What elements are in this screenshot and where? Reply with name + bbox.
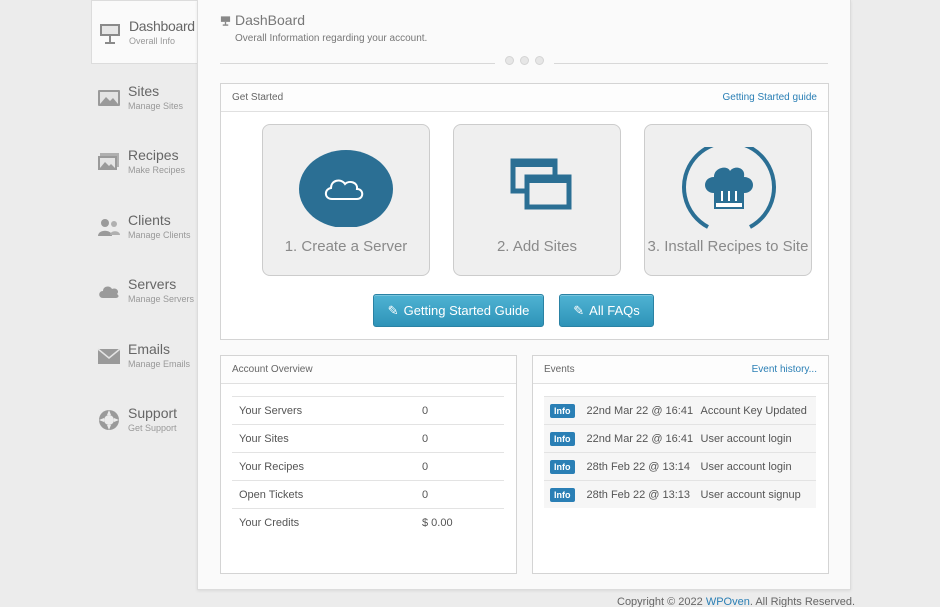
events-panel: Events Event history... Info 22nd Mar 22… (532, 355, 829, 574)
sidebar-item-emails[interactable]: Emails Manage Emails (91, 324, 197, 386)
events-table: Info 22nd Mar 22 @ 16:41 Account Key Upd… (544, 396, 816, 508)
page-subtitle: Overall Information regarding your accou… (235, 33, 428, 44)
button-label: All FAQs (589, 303, 640, 318)
sidebar-item-title: Sites (128, 83, 160, 99)
row-label: Open Tickets (239, 488, 304, 501)
sidebar-item-subtitle: Get Support (128, 423, 177, 433)
sidebar-item-dashboard[interactable]: Dashboard Overall Info (91, 0, 197, 64)
footer-rights: . All Rights Reserved. (749, 596, 855, 607)
panel-heading: Events (544, 364, 575, 375)
pictures-icon (98, 153, 119, 170)
divider-dots (495, 56, 554, 65)
card-label: 3. Install Recipes to Site (647, 238, 809, 255)
sidebar-item-title: Clients (128, 212, 171, 228)
main-panel: DashBoard Overall Information regarding … (197, 0, 851, 590)
event-date: 22nd Mar 22 @ 16:41 (586, 404, 694, 417)
cloud-icon (99, 286, 119, 298)
sidebar-item-title: Dashboard (129, 18, 195, 34)
event-date: 28th Feb 22 @ 13:13 (586, 488, 691, 501)
row-value: 0 (422, 404, 429, 417)
sidebar-item-title: Recipes (128, 147, 179, 163)
users-icon (98, 219, 120, 236)
table-row: Your Recipes 0 (232, 452, 504, 480)
row-value: 0 (422, 460, 429, 473)
all-faqs-button[interactable]: ✎ All FAQs (559, 294, 654, 327)
sidebar-item-subtitle: Manage Emails (128, 359, 191, 369)
sidebar-item-subtitle: Manage Clients (128, 230, 191, 240)
status-badge: Info (550, 431, 575, 446)
table-row: Info 28th Feb 22 @ 13:13 User account si… (544, 480, 816, 508)
event-date: 28th Feb 22 @ 13:14 (586, 460, 691, 473)
footer: Copyright © 2022 WPOven. All Rights Rese… (617, 596, 855, 607)
event-text: User account login (700, 460, 792, 473)
chef-hat-icon (682, 147, 776, 229)
event-history-link[interactable]: Event history... (752, 364, 817, 375)
row-label: Your Servers (239, 404, 303, 417)
sidebar-item-support[interactable]: Support Get Support (91, 388, 197, 450)
sidebar-item-title: Servers (128, 276, 177, 292)
table-row: Your Servers 0 (232, 396, 504, 424)
table-row: Info 22nd Mar 22 @ 16:41 User account lo… (544, 424, 816, 452)
table-row: Open Tickets 0 (232, 480, 504, 508)
brand-link[interactable]: WPOven (706, 596, 750, 607)
card-label: 2. Add Sites (496, 238, 578, 255)
sidebar-item-subtitle: Manage Servers (128, 294, 195, 304)
panel-heading: Get Started (232, 92, 284, 103)
sidebar-item-recipes[interactable]: Recipes Make Recipes (91, 130, 197, 192)
table-row: Your Sites 0 (232, 424, 504, 452)
sidebar-item-subtitle: Make Recipes (128, 165, 186, 175)
table-row: Info 22nd Mar 22 @ 16:41 Account Key Upd… (544, 396, 816, 424)
sidebar-item-title: Support (128, 405, 178, 421)
sidebar-item-clients[interactable]: Clients Manage Clients (91, 195, 197, 257)
page-header: DashBoard Overall Information regarding … (220, 12, 427, 44)
row-label: Your Credits (239, 516, 300, 529)
cloud-icon (299, 150, 393, 227)
table-row: Info 28th Feb 22 @ 13:14 User account lo… (544, 452, 816, 480)
presentation-icon (220, 15, 231, 26)
getting-started-guide-button[interactable]: ✎ Getting Started Guide (373, 294, 544, 327)
footer-copyright: Copyright © 2022 (617, 596, 706, 607)
panel-heading: Account Overview (232, 364, 313, 375)
status-badge: Info (550, 403, 575, 418)
status-badge: Info (550, 487, 575, 502)
table-row: Your Credits $ 0.00 (232, 508, 504, 536)
row-value: $ 0.00 (422, 516, 453, 529)
button-label: Getting Started Guide (403, 303, 530, 318)
status-badge: Info (550, 459, 575, 474)
row-value: 0 (422, 488, 429, 501)
account-table: Your Servers 0 Your Sites 0 Your Recipes… (232, 396, 504, 536)
event-date: 22nd Mar 22 @ 16:41 (586, 432, 694, 445)
sidebar-item-servers[interactable]: Servers Manage Servers (91, 259, 197, 321)
create-server-card[interactable]: 1. Create a Server (262, 124, 430, 276)
presentation-icon (100, 24, 120, 44)
card-label: 1. Create a Server (284, 238, 408, 255)
page-title: DashBoard (235, 12, 306, 28)
sidebar-item-subtitle: Overall Info (129, 36, 176, 46)
pencil-icon: ✎ (573, 302, 585, 318)
wrench-icon: ✎ (387, 302, 399, 318)
lifebuoy-icon (99, 410, 119, 430)
install-recipes-card[interactable]: 3. Install Recipes to Site (644, 124, 812, 276)
row-label: Your Sites (239, 432, 289, 445)
sidebar-item-sites[interactable]: Sites Manage Sites (91, 66, 197, 128)
sidebar-item-subtitle: Manage Sites (128, 101, 184, 111)
sidebar: Dashboard Overall Info Sites Manage Site… (91, 0, 197, 450)
image-icon (98, 90, 120, 106)
envelope-icon (97, 348, 121, 364)
get-started-panel: Get Started Getting Started guide 1. Cre… (220, 83, 829, 340)
event-text: User account signup (700, 488, 801, 501)
windows-icon (510, 158, 572, 210)
sidebar-item-title: Emails (128, 341, 171, 357)
row-label: Your Recipes (239, 460, 305, 473)
account-overview-panel: Account Overview Your Servers 0 Your Sit… (220, 355, 517, 574)
row-value: 0 (422, 432, 429, 445)
getting-started-guide-link[interactable]: Getting Started guide (722, 92, 817, 103)
event-text: User account login (700, 432, 792, 445)
event-text: Account Key Updated (700, 404, 807, 417)
add-sites-card[interactable]: 2. Add Sites (453, 124, 621, 276)
